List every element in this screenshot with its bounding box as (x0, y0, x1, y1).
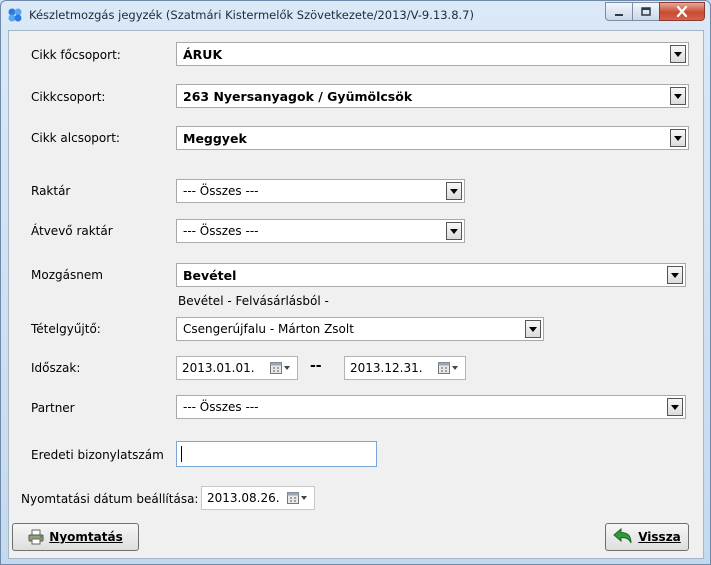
period-label: Időszak: (31, 361, 81, 375)
period-to-date[interactable]: 2013.12.31. (344, 356, 466, 380)
period-separator: -- (310, 358, 322, 374)
print-date-value: 2013.08.26. (207, 491, 280, 505)
period-from-value: 2013.01.01. (182, 361, 255, 375)
app-logo-icon (8, 8, 22, 22)
receiving-warehouse-combo[interactable]: --- Összes --- (176, 219, 465, 243)
movement-type-subtext: Bevétel - Felvásárlásból - (178, 294, 329, 308)
partner-label: Partner (31, 401, 75, 415)
partner-value: --- Összes --- (183, 400, 259, 414)
receiving-warehouse-label: Átvevő raktár (31, 224, 113, 238)
group-label: Cikkcsoport: (31, 90, 106, 104)
warehouse-label: Raktár (31, 184, 71, 198)
title-bar[interactable]: Készletmozgás jegyzék (Szatmári Kisterme… (1, 1, 710, 29)
printer-icon (28, 529, 44, 545)
subgroup-combo[interactable]: Meggyek (176, 126, 689, 150)
chevron-down-icon[interactable] (670, 45, 686, 63)
chevron-down-icon[interactable] (525, 320, 541, 338)
print-button[interactable]: Nyomtatás (12, 523, 139, 551)
chevron-down-icon[interactable] (446, 222, 462, 240)
partner-combo[interactable]: --- Összes --- (176, 395, 686, 419)
print-date-field[interactable]: 2013.08.26. (201, 486, 315, 510)
subgroup-value: Meggyek (183, 131, 247, 146)
chevron-down-icon[interactable] (446, 182, 462, 200)
chevron-down-icon[interactable] (667, 266, 683, 284)
warehouse-value: --- Összes --- (183, 184, 259, 198)
window-title: Készletmozgás jegyzék (Szatmári Kisterme… (29, 8, 474, 22)
print-button-label: Nyomtatás (49, 530, 123, 544)
receiving-warehouse-value: --- Összes --- (183, 224, 259, 238)
group-value: 263 Nyersanyagok / Gyümölcsök (183, 89, 413, 104)
item-collector-combo[interactable]: Csengerújfalu - Márton Zsolt (176, 317, 544, 341)
maximize-button[interactable] (632, 2, 659, 21)
warehouse-combo[interactable]: --- Összes --- (176, 179, 465, 203)
item-collector-value: Csengerújfalu - Márton Zsolt (183, 322, 354, 336)
chevron-down-icon[interactable] (667, 398, 683, 416)
period-from-date[interactable]: 2013.01.01. (176, 356, 298, 380)
main-group-value: ÁRUK (183, 47, 223, 62)
item-collector-label: Tételgyűjtő: (31, 322, 101, 336)
subgroup-label: Cikk alcsoport: (31, 131, 120, 145)
back-button-label: Vissza (638, 530, 681, 544)
movement-type-label: Mozgásnem (31, 268, 103, 282)
main-group-label: Cikk főcsoport: (31, 48, 121, 62)
main-window: Készletmozgás jegyzék (Szatmári Kisterme… (0, 0, 711, 565)
back-arrow-icon (613, 528, 632, 544)
close-button[interactable] (659, 2, 705, 21)
group-combo[interactable]: 263 Nyersanyagok / Gyümölcsök (176, 84, 689, 108)
original-doc-number-input[interactable] (176, 441, 377, 467)
minimize-button[interactable] (605, 2, 632, 21)
print-date-label: Nyomtatási dátum beállítása: (21, 492, 199, 506)
chevron-down-icon[interactable] (670, 129, 686, 147)
back-button[interactable]: Vissza (605, 523, 689, 551)
movement-type-value: Bevétel (183, 268, 237, 283)
calendar-icon[interactable] (270, 362, 292, 374)
window-controls (605, 2, 705, 21)
period-to-value: 2013.12.31. (350, 361, 423, 375)
calendar-icon[interactable] (287, 492, 309, 504)
form-panel: Cikk főcsoport: ÁRUK Cikkcsoport: 263 Ny… (8, 30, 704, 559)
minimize-icon (615, 13, 623, 16)
chevron-down-icon[interactable] (670, 87, 686, 105)
main-group-combo[interactable]: ÁRUK (176, 42, 689, 66)
maximize-icon (641, 6, 651, 16)
text-caret (181, 446, 182, 462)
calendar-icon[interactable] (438, 362, 460, 374)
original-doc-number-label: Eredeti bizonylatszám (31, 448, 164, 462)
movement-type-combo[interactable]: Bevétel (176, 263, 686, 287)
close-icon (676, 6, 688, 17)
